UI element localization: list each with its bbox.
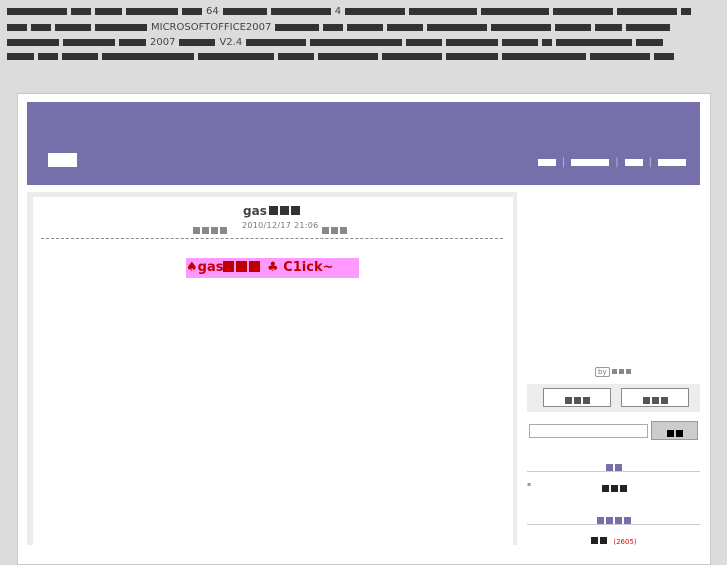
- blog-header: | | |: [27, 102, 700, 185]
- promo-link[interactable]: ♠gas ♣ C1ick~: [186, 258, 359, 278]
- archive-divider: [527, 524, 700, 525]
- post-author[interactable]: [322, 219, 349, 238]
- search-input[interactable]: [529, 424, 648, 438]
- category-heading: [527, 456, 700, 475]
- nav-item-profile[interactable]: [571, 158, 610, 166]
- intro-line-2: MICROSOFTOFFICE2007: [7, 21, 719, 34]
- post-divider: [41, 238, 503, 239]
- powered-by[interactable]: by: [595, 367, 633, 377]
- intro-line-4: [7, 50, 719, 63]
- search-button[interactable]: [651, 421, 698, 440]
- nav-item-write[interactable]: [624, 158, 643, 166]
- post-area: [33, 197, 513, 545]
- blog-logo[interactable]: [48, 153, 77, 167]
- archive-heading: [527, 509, 700, 528]
- category-item[interactable]: [601, 477, 628, 496]
- post-category[interactable]: [193, 219, 229, 238]
- archive-item[interactable]: (2605): [527, 529, 700, 548]
- tab-recent-comments[interactable]: [621, 388, 689, 407]
- post-title-text: gas: [243, 204, 267, 218]
- tab-recent-posts[interactable]: [543, 388, 611, 407]
- category-divider: [527, 471, 700, 472]
- nav-item-admin[interactable]: [658, 158, 686, 166]
- category-bullet: ▪: [527, 481, 532, 488]
- intro-number-4: 4: [334, 6, 342, 17]
- header-nav: | | |: [537, 157, 686, 168]
- intro-version: V2.4: [219, 37, 243, 48]
- intro-year: 2007: [150, 37, 176, 48]
- post-title[interactable]: gas: [243, 204, 300, 218]
- promo-suffix: ♣ C1ick~: [262, 260, 334, 275]
- intro-number-64: 64: [206, 6, 219, 17]
- sidebar-tabs: [527, 384, 700, 412]
- nav-item-home[interactable]: [537, 158, 556, 166]
- promo-prefix: ♠gas: [186, 260, 224, 275]
- post-date: 2010/12/17 21:06: [242, 221, 319, 230]
- intro-line-1: 64 4: [7, 5, 719, 18]
- by-badge: by: [595, 367, 610, 377]
- intro-line-3: 2007 V2.4: [7, 36, 719, 49]
- intro-product-name: MICROSOFTOFFICE2007: [151, 22, 272, 33]
